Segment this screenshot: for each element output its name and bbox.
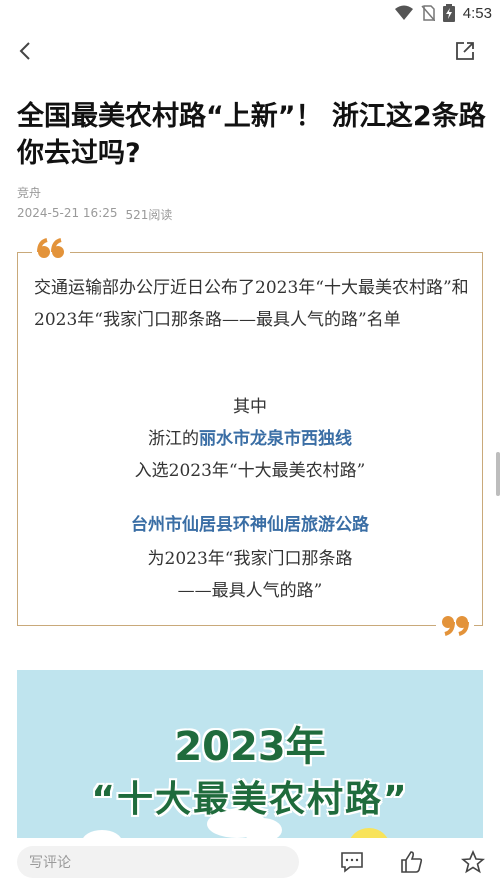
thumbs-up-icon	[401, 851, 423, 873]
share-button[interactable]	[450, 36, 480, 66]
banner-year: 2023年	[174, 724, 326, 770]
status-time: 4:53	[462, 4, 492, 22]
quote-intro: 交通运输部办公厅近日公布了2023年“十大最美农村路”和2023年“我家门口那条…	[34, 278, 469, 330]
article-author: 竞舟	[17, 186, 42, 200]
wifi-icon	[394, 5, 413, 20]
article-date: 2024-5-21 16:25	[17, 206, 118, 220]
external-link-icon	[456, 42, 474, 60]
comment-icon	[341, 852, 363, 873]
comment-input[interactable]	[17, 846, 299, 878]
article-meta: 2024-5-21 16:25 521阅读	[17, 206, 172, 223]
quote-open-icon	[32, 238, 70, 264]
quote-line: 其中	[233, 397, 267, 417]
article-title: 全国最美农村路“上新”！ 浙江这2条路你去过吗?	[17, 101, 486, 169]
star-icon	[461, 850, 485, 874]
article-banner-image: 2023年 “十大最美农村路”	[17, 670, 483, 840]
quote-text: 浙江的	[148, 429, 199, 449]
bottom-bar	[0, 838, 500, 888]
status-bar: 4:53	[0, 0, 500, 28]
comments-button[interactable]	[338, 848, 366, 876]
quote-line: 为2023年“我家门口那条路	[147, 549, 353, 569]
favorite-button[interactable]	[459, 848, 487, 876]
article-reads: 521阅读	[125, 208, 173, 222]
quote-line: 入选2023年“十大最美农村路”	[134, 461, 366, 481]
quote-line: 浙江的丽水市龙泉市西独线	[17, 424, 483, 454]
battery-icon	[442, 4, 455, 22]
top-bar	[0, 30, 500, 72]
scrollbar[interactable]	[496, 452, 500, 496]
chevron-left-icon	[19, 42, 30, 60]
status-icons: 4:53	[394, 4, 492, 22]
no-sim-icon	[421, 5, 435, 21]
quote-line: ——最具人气的路”	[177, 581, 323, 601]
highlight-road: 丽水市龙泉市西独线	[199, 429, 352, 449]
cloud-decoration	[242, 818, 282, 840]
like-button[interactable]	[398, 848, 426, 876]
highlight-road: 台州市仙居县环神仙居旅游公路	[131, 515, 369, 535]
back-button[interactable]	[10, 36, 40, 66]
quote-close-icon	[436, 614, 474, 640]
